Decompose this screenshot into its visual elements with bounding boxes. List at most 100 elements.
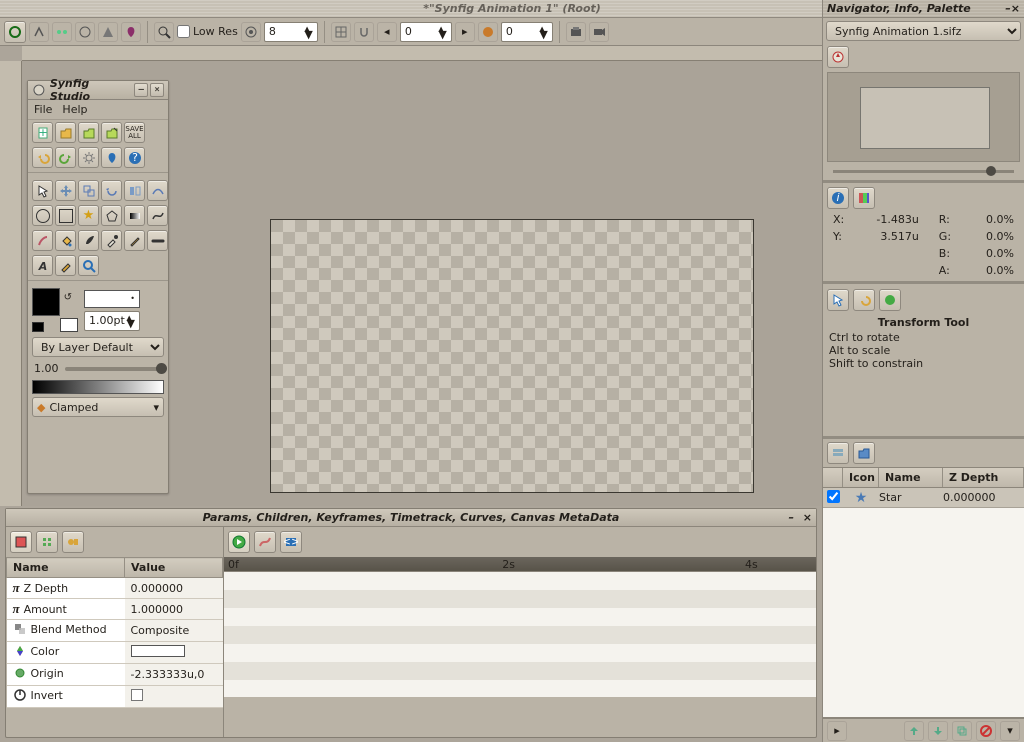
layers-empty[interactable] — [823, 508, 1024, 718]
prev-frame-icon[interactable]: ◂ — [377, 22, 397, 42]
move-tool[interactable] — [55, 180, 76, 201]
star-tool[interactable]: ★ — [78, 205, 99, 226]
transform-tool[interactable] — [32, 180, 53, 201]
open-file-button[interactable] — [55, 122, 76, 143]
param-value[interactable]: Composite — [125, 620, 223, 642]
timetrack-body[interactable] — [224, 571, 816, 697]
redo-button[interactable] — [55, 147, 76, 168]
curves-tab-icon[interactable] — [254, 531, 276, 553]
info-tab-icon[interactable]: i — [827, 187, 849, 209]
param-value[interactable] — [125, 642, 223, 664]
quality-input[interactable]: 8▲▼ — [264, 22, 318, 42]
save-all-button[interactable]: SAVE ALL — [124, 122, 145, 143]
gradient-preview[interactable]: • — [84, 290, 140, 308]
raise-layer-icon[interactable] — [904, 721, 924, 741]
tool-icon-3[interactable] — [75, 22, 95, 42]
menu-help[interactable]: Help — [62, 103, 87, 116]
param-name[interactable]: Blend Method — [7, 620, 125, 642]
undo-button[interactable] — [32, 147, 53, 168]
new-file-button[interactable]: + — [32, 122, 53, 143]
zoom-slider[interactable] — [823, 164, 1024, 178]
layers-tab-icon[interactable] — [827, 442, 849, 464]
param-name[interactable]: πZ Depth — [7, 578, 125, 599]
save-as-button[interactable] — [101, 122, 122, 143]
render-button[interactable] — [101, 147, 122, 168]
close-button[interactable]: × — [150, 83, 164, 97]
width-tool[interactable] — [147, 230, 168, 251]
quality-icon[interactable] — [241, 22, 261, 42]
preview-icon[interactable] — [589, 22, 609, 42]
layers-expand-icon[interactable]: ▸ — [827, 721, 847, 741]
spline-tool[interactable] — [147, 205, 168, 226]
duplicate-layer-icon[interactable] — [952, 721, 972, 741]
snap-icon[interactable] — [354, 22, 374, 42]
delete-layer-icon[interactable] — [976, 721, 996, 741]
right-header[interactable]: Navigator, Info, Palette–× — [823, 0, 1024, 18]
param-value[interactable] — [125, 686, 223, 708]
param-value[interactable]: 1.000000 — [125, 599, 223, 620]
next-frame-icon[interactable]: ▸ — [455, 22, 475, 42]
onion-skin-icon[interactable] — [121, 22, 141, 42]
layer-menu-icon[interactable]: ▾ — [1000, 721, 1020, 741]
rotate-tool[interactable] — [101, 180, 122, 201]
layer-visible-checkbox[interactable] — [827, 490, 840, 503]
settings-button[interactable] — [78, 147, 99, 168]
scale-tool[interactable] — [78, 180, 99, 201]
tool-cursor-icon[interactable] — [827, 289, 849, 311]
canvas-browser-icon[interactable] — [853, 442, 875, 464]
gradient-tool[interactable] — [124, 205, 145, 226]
opacity-slider[interactable] — [65, 367, 163, 371]
mirror-tool[interactable] — [124, 180, 145, 201]
smooth-move-tool[interactable] — [147, 180, 168, 201]
metadata-tab-icon[interactable]: <> — [280, 531, 302, 553]
param-name[interactable]: Invert — [7, 686, 125, 708]
keyframes-tab-icon[interactable] — [62, 531, 84, 553]
gradient-mode-select[interactable]: ◆Clamped▾ — [32, 397, 164, 417]
params-tab-icon[interactable] — [10, 531, 32, 553]
minimize-button[interactable]: – — [134, 83, 148, 97]
dock-min-icon[interactable]: – — [789, 511, 795, 524]
navigator-preview[interactable] — [827, 72, 1020, 162]
param-value[interactable]: -2.333333u,0 — [125, 664, 223, 686]
sketch-tool[interactable] — [124, 230, 145, 251]
zoom-tool[interactable] — [78, 255, 99, 276]
brush-tool[interactable] — [78, 230, 99, 251]
tool-undo-icon[interactable] — [853, 289, 875, 311]
render-icon[interactable] — [566, 22, 586, 42]
param-name[interactable]: πAmount — [7, 599, 125, 620]
menu-file[interactable]: File — [34, 103, 52, 116]
children-tab-icon[interactable] — [36, 531, 58, 553]
rectangle-tool[interactable] — [55, 205, 76, 226]
polygon-tool[interactable] — [101, 205, 122, 226]
timetrack-tab-icon[interactable] — [228, 531, 250, 553]
palette-tab-icon[interactable] — [853, 187, 875, 209]
layer-row[interactable]: ★ Star 0.000000 — [823, 488, 1024, 508]
frame-input-2[interactable]: 0▲▼ — [501, 22, 553, 42]
timetrack-header[interactable]: 0f 2s 4s — [224, 557, 816, 571]
tool-icon-1[interactable] — [29, 22, 49, 42]
lowres-checkbox[interactable] — [177, 25, 190, 38]
frame-input[interactable]: 0▲▼ — [400, 22, 452, 42]
caret-menu-button[interactable] — [4, 21, 26, 43]
circle-tool[interactable] — [32, 205, 53, 226]
param-value[interactable]: 0.000000 — [125, 578, 223, 599]
keyframe-icon[interactable] — [478, 22, 498, 42]
tool-icon-2[interactable] — [52, 22, 72, 42]
grid-toggle-icon[interactable] — [331, 22, 351, 42]
zoom-icon[interactable] — [154, 22, 174, 42]
draw-tool[interactable] — [32, 230, 53, 251]
pencil-tool[interactable] — [55, 255, 76, 276]
color-swatch[interactable]: ↺ — [32, 288, 78, 332]
tool-apply-icon[interactable] — [879, 289, 901, 311]
stroke-width-input[interactable]: 1.00pt▲▼ — [84, 311, 140, 331]
canvas[interactable] — [270, 219, 754, 493]
param-name[interactable]: Color — [7, 642, 125, 664]
help-button[interactable]: ? — [124, 147, 145, 168]
blend-mode-select[interactable]: By Layer Default — [32, 337, 164, 357]
text-tool[interactable]: A — [32, 255, 53, 276]
param-name[interactable]: Origin — [7, 664, 125, 686]
eyedrop-tool[interactable] — [101, 230, 122, 251]
fill-tool[interactable] — [55, 230, 76, 251]
gradient-bar[interactable] — [32, 380, 164, 394]
right-close-icon[interactable]: × — [1011, 2, 1020, 15]
